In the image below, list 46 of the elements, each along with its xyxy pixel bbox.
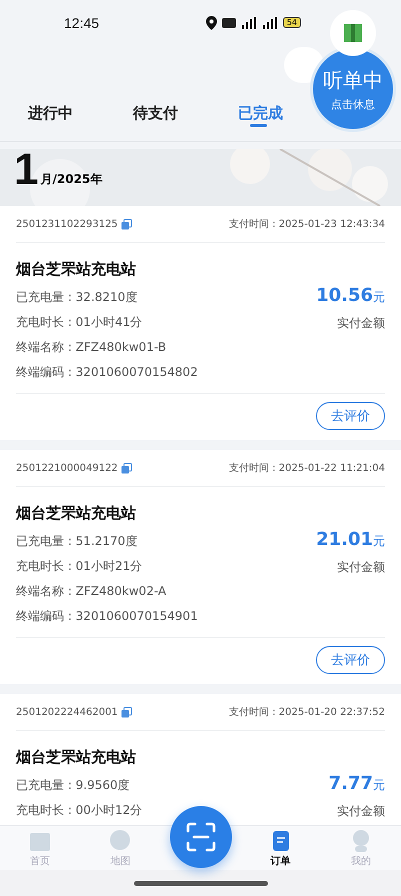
nav-item[interactable]: 我的: [320, 826, 401, 870]
payment-time: 支付时间 : 2025-01-23 12:43:34: [229, 218, 385, 231]
tab[interactable]: 进行中: [20, 85, 81, 141]
order-detail: 充电时长 : 00小时12分: [16, 802, 142, 819]
scan-icon: [186, 822, 216, 852]
tab[interactable]: 已完成: [230, 85, 291, 141]
station-name: 烟台芝罘站充电站: [16, 258, 137, 280]
order-detail: 已充电量 : 32.8210度: [16, 289, 138, 306]
amount: 10.56元: [316, 285, 385, 308]
station-name: 烟台芝罘站充电站: [16, 502, 137, 524]
amount-label: 实付金额: [337, 315, 385, 332]
order-detail: 终端名称 : ZFZ480kw02-A: [16, 583, 168, 600]
order-number: 2501221000049122: [16, 462, 118, 474]
amount-label: 实付金额: [337, 559, 385, 576]
order-detail: 充电时长 : 01小时41分: [16, 314, 144, 331]
order-detail: 已充电量 : 51.2170度: [16, 533, 138, 550]
month-year: 月/2025年: [40, 171, 102, 188]
amount: 7.77元: [328, 773, 385, 796]
review-button[interactable]: 去评价: [316, 402, 385, 430]
location-icon: [206, 16, 217, 30]
month-number: 1: [14, 152, 38, 188]
payment-time: 支付时间 : 2025-01-20 22:37:52: [229, 706, 385, 719]
copy-icon[interactable]: [120, 462, 132, 474]
review-button[interactable]: 去评价: [316, 646, 385, 674]
signal-icon: [262, 16, 278, 28]
nav-item[interactable]: 首页: [0, 826, 80, 870]
copy-icon[interactable]: [120, 706, 132, 718]
order-detail: 终端名称 : ZFZ480kw01-B: [16, 339, 168, 356]
payment-time: 支付时间 : 2025-01-22 11:21:04: [229, 462, 385, 475]
order-number: 2501231102293125: [16, 218, 118, 230]
amount-label: 实付金额: [337, 803, 385, 820]
order-detail: 充电时长 : 01小时21分: [16, 558, 144, 575]
scan-button[interactable]: [170, 806, 232, 868]
station-name: 烟台芝罘站充电站: [16, 746, 137, 768]
order-number: 2501202224462001: [16, 706, 118, 718]
battery-indicator: 54: [282, 17, 301, 28]
signal-icon: [240, 16, 257, 28]
nav-item[interactable]: 地图: [80, 826, 160, 870]
order-detail: 终端编码 : 3201060070154901: [16, 608, 198, 625]
copy-icon[interactable]: [120, 218, 132, 230]
tab[interactable]: 待支付: [125, 85, 186, 141]
amount: 21.01元: [316, 529, 385, 552]
status-time: 12:45: [64, 14, 100, 30]
order-detail: 已充电量 : 9.9560度: [16, 777, 131, 794]
order-detail: 终端编码 : 3201060070154802: [16, 364, 198, 381]
nav-item[interactable]: 订单: [240, 826, 321, 870]
